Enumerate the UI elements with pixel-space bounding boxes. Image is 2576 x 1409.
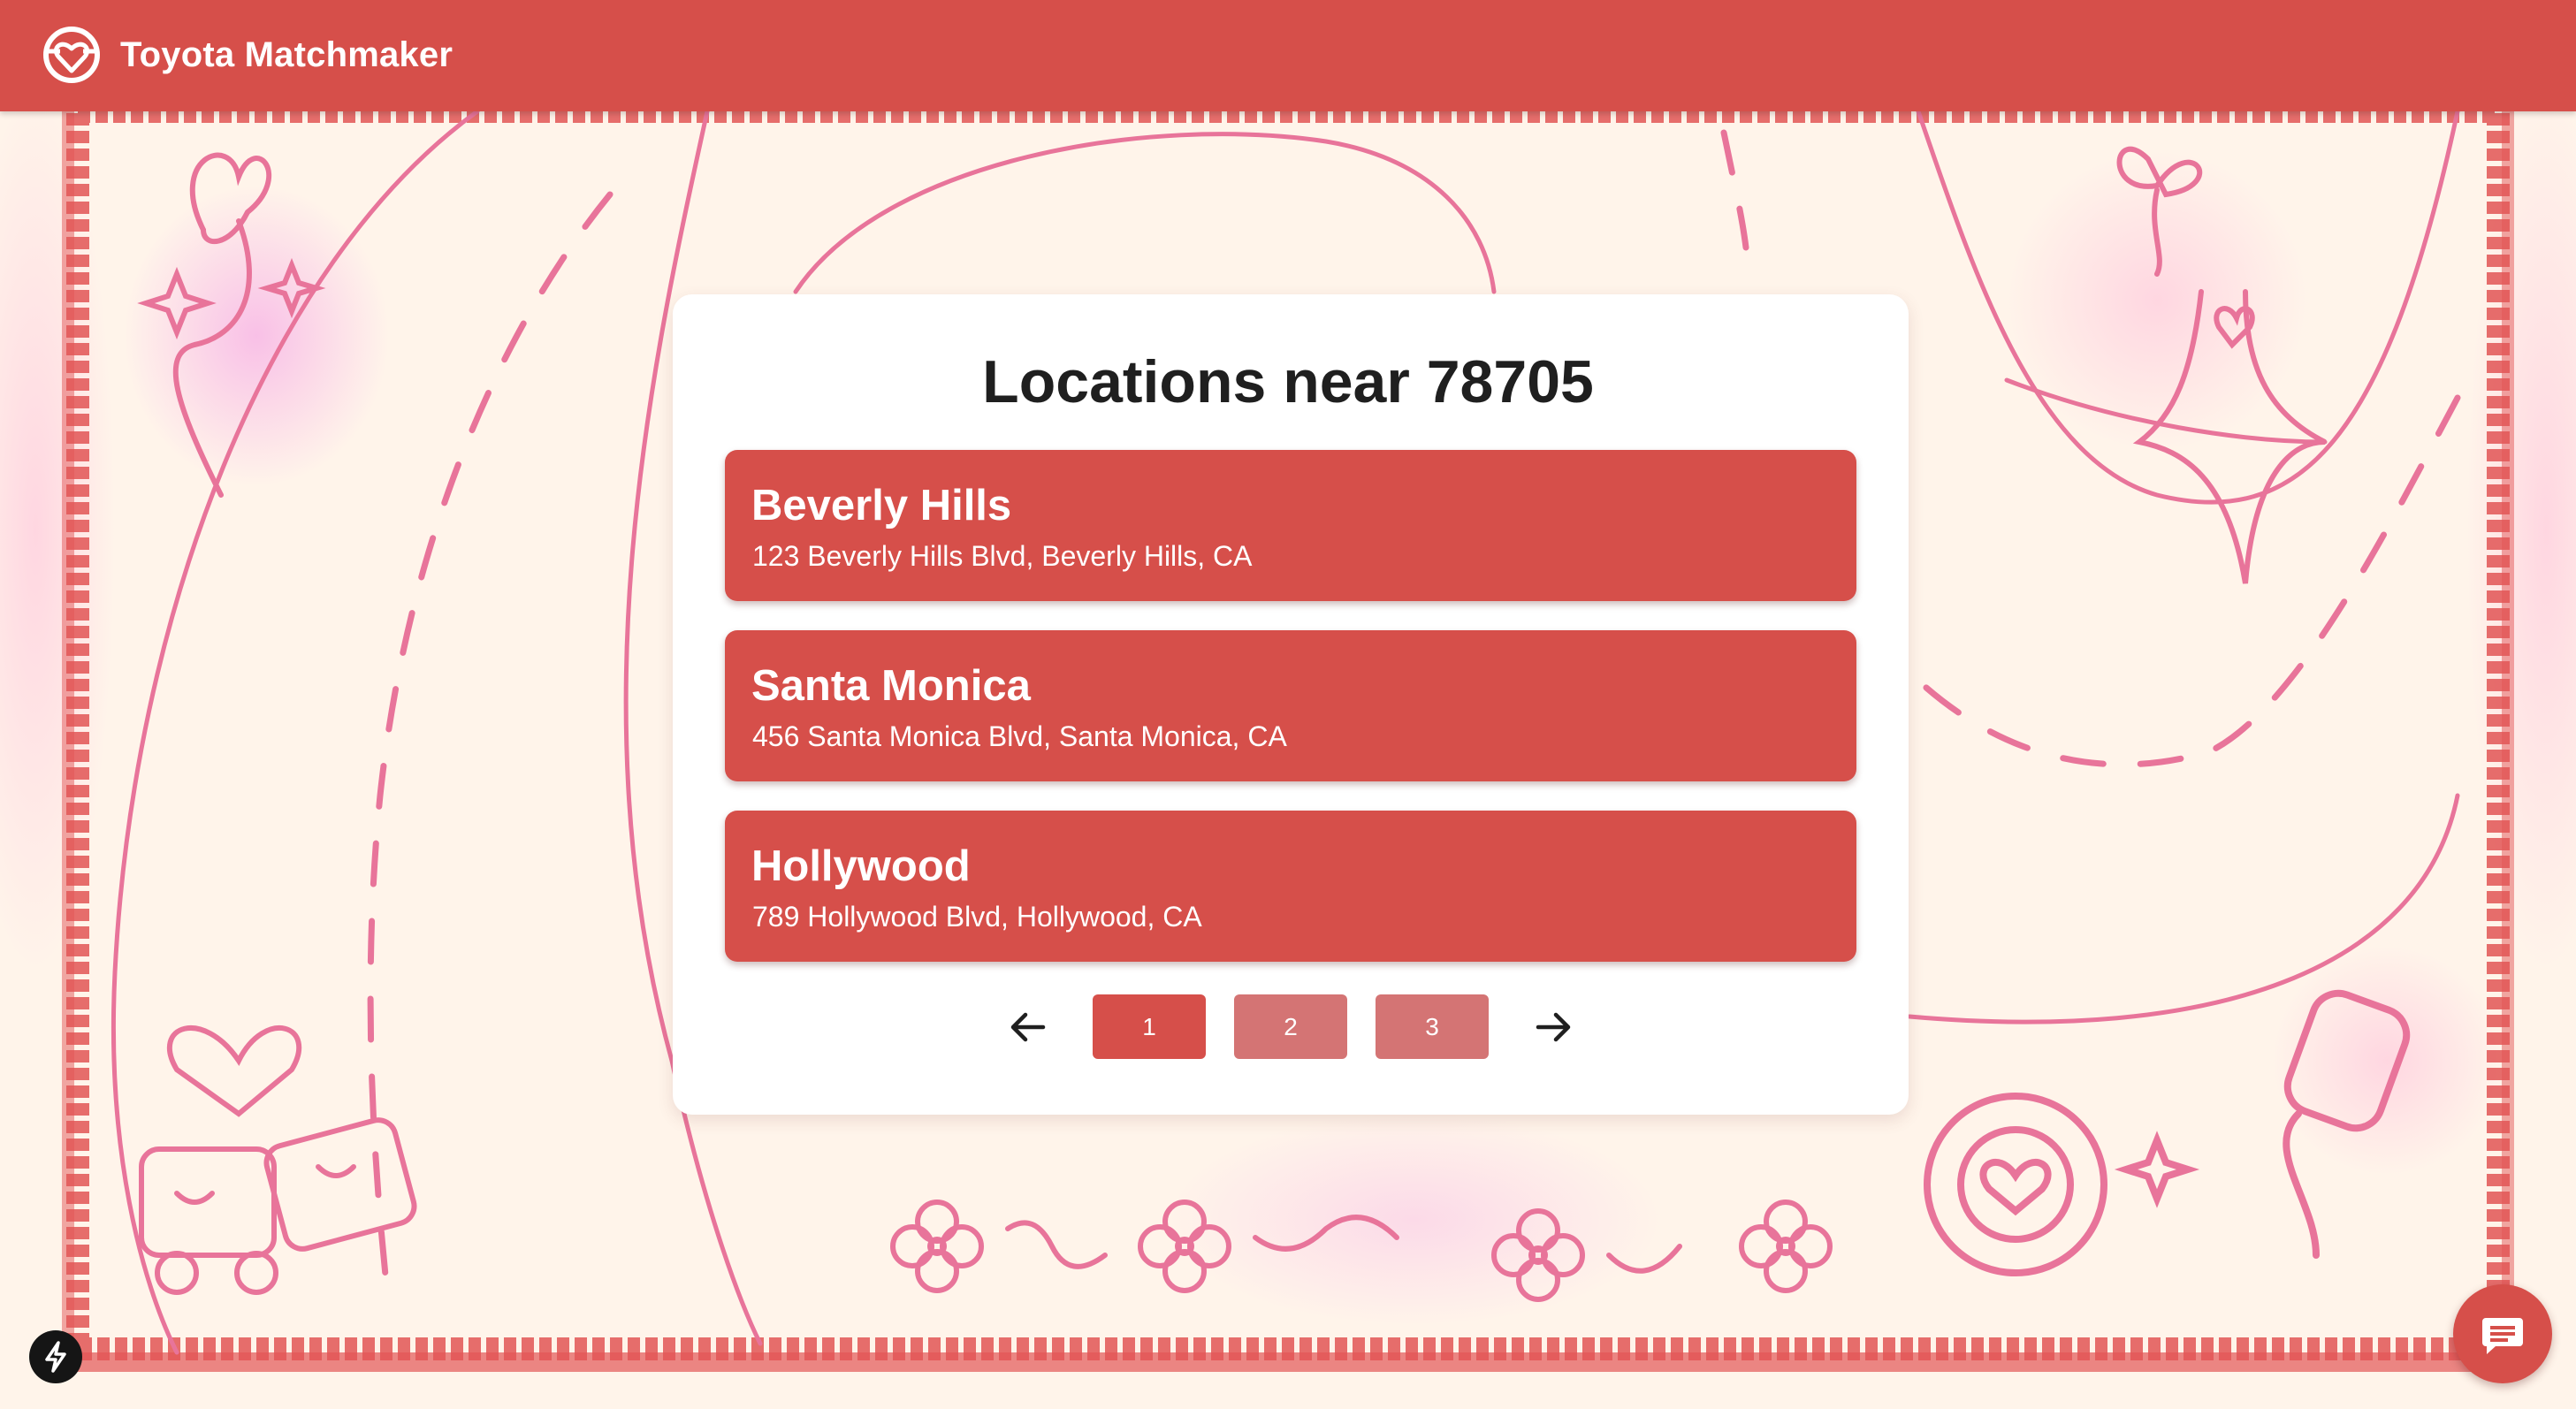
- chat-button[interactable]: [2453, 1284, 2552, 1383]
- devtools-button[interactable]: [29, 1330, 82, 1383]
- lightning-bolt-icon: [45, 1341, 66, 1373]
- arrow-left-icon[interactable]: [1001, 999, 1057, 1055]
- location-address: 789 Hollywood Blvd, Hollywood, CA: [752, 901, 1202, 933]
- location-item-hollywood[interactable]: Hollywood 789 Hollywood Blvd, Hollywood,…: [725, 811, 1856, 962]
- page-button-1[interactable]: 1: [1093, 994, 1206, 1059]
- location-name: Beverly Hills: [751, 482, 1012, 529]
- page-title: Locations near 78705: [982, 348, 1594, 415]
- page-button-2[interactable]: 2: [1234, 994, 1347, 1059]
- location-address: 456 Santa Monica Blvd, Santa Monica, CA: [752, 720, 1287, 752]
- location-address: 123 Beverly Hills Blvd, Beverly Hills, C…: [752, 540, 1253, 572]
- location-item-beverly-hills[interactable]: Beverly Hills 123 Beverly Hills Blvd, Be…: [725, 450, 1856, 601]
- page-button-3[interactable]: 3: [1376, 994, 1489, 1059]
- app-title[interactable]: Toyota Matchmaker: [120, 32, 453, 78]
- location-name: Santa Monica: [751, 662, 1031, 710]
- header-bar: Toyota Matchmaker: [0, 0, 2576, 111]
- chat-bubble-icon: [2482, 1318, 2523, 1354]
- location-item-santa-monica[interactable]: Santa Monica 456 Santa Monica Blvd, Sant…: [725, 630, 1856, 781]
- steering-wheel-heart-icon: [43, 27, 100, 83]
- arrow-right-icon[interactable]: [1524, 999, 1581, 1055]
- location-name: Hollywood: [751, 842, 971, 890]
